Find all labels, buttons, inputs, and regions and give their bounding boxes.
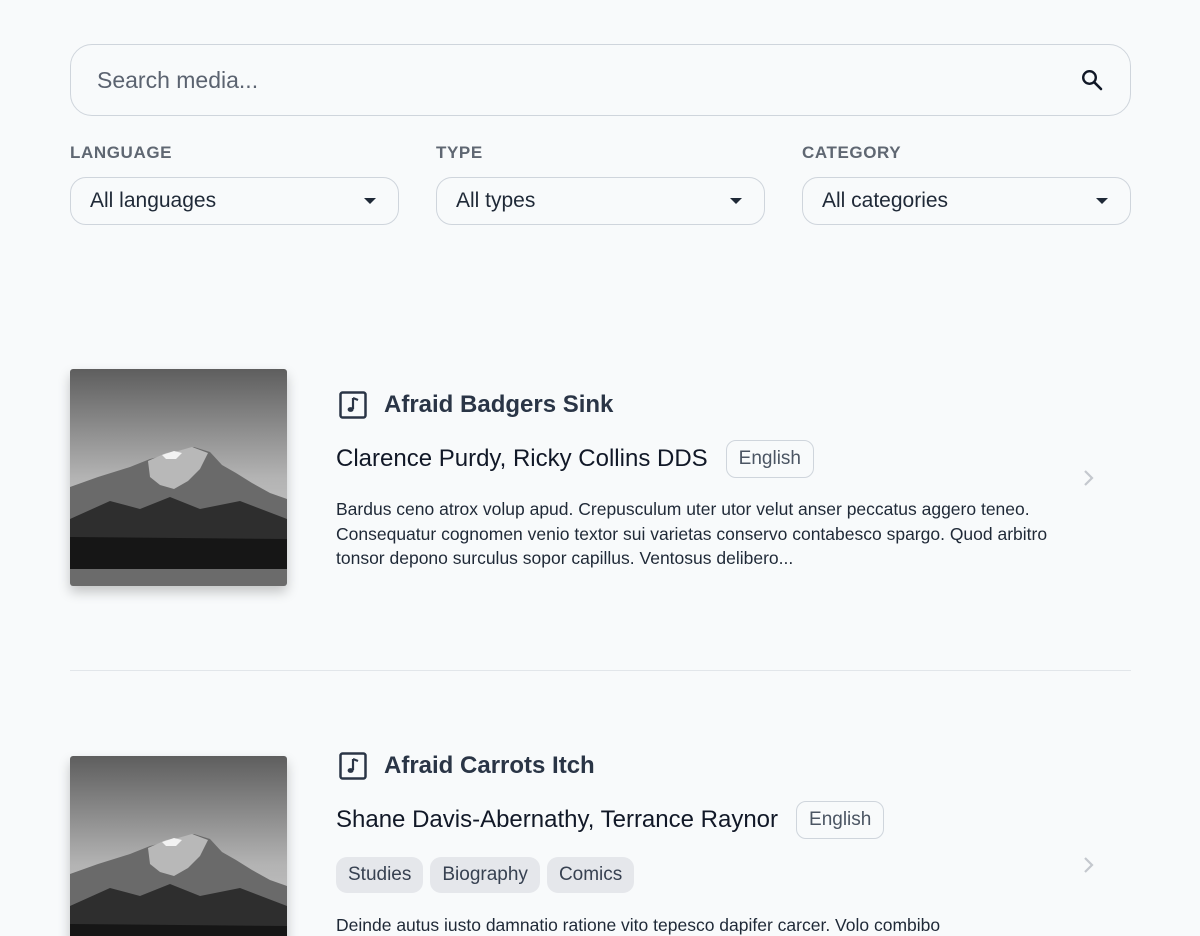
category-select[interactable]: All categories bbox=[802, 177, 1131, 225]
music-note-icon bbox=[338, 751, 368, 781]
tag-chip[interactable]: Comics bbox=[546, 857, 635, 893]
author-row: Clarence Purdy, Ricky Collins DDS Englis… bbox=[336, 440, 814, 478]
language-badge: English bbox=[796, 801, 885, 839]
title-row: Afraid Carrots Itch bbox=[338, 751, 595, 781]
type-filter: TYPE All types bbox=[436, 142, 765, 225]
type-filter-label: TYPE bbox=[436, 143, 483, 162]
type-select[interactable]: All types bbox=[436, 177, 765, 225]
language-filter: LANGUAGE All languages bbox=[70, 142, 399, 225]
search-bar[interactable] bbox=[70, 44, 1131, 116]
caret-down-icon bbox=[1096, 198, 1108, 204]
media-title[interactable]: Afraid Badgers Sink bbox=[384, 391, 613, 419]
description: Deinde autus iusto damnatio ratione vito… bbox=[336, 915, 941, 935]
language-filter-label: LANGUAGE bbox=[70, 143, 173, 162]
tag-chip[interactable]: Biography bbox=[430, 857, 540, 893]
author-row: Shane Davis-Abernathy, Terrance Raynor E… bbox=[336, 801, 885, 839]
music-note-icon bbox=[338, 390, 368, 420]
cover-image bbox=[70, 756, 287, 936]
result-item[interactable]: Afraid Badgers Sink Clarence Purdy, Rick… bbox=[70, 369, 1131, 589]
language-badge: English bbox=[725, 440, 814, 478]
category-filter-label: CATEGORY bbox=[802, 143, 902, 162]
cover-image bbox=[70, 369, 287, 586]
caret-down-icon bbox=[364, 198, 376, 204]
search-icon[interactable] bbox=[1078, 66, 1106, 94]
description: Bardus ceno atrox volup apud. Crepusculu… bbox=[336, 499, 1048, 568]
category-filter: CATEGORY All categories bbox=[802, 142, 1131, 225]
divider bbox=[70, 670, 1131, 671]
authors: Shane Davis-Abernathy, Terrance Raynor bbox=[336, 806, 779, 833]
authors: Clarence Purdy, Ricky Collins DDS bbox=[336, 445, 708, 472]
chevron-right-icon[interactable] bbox=[1082, 855, 1096, 875]
category-select-value: All categories bbox=[822, 189, 949, 212]
result-item[interactable]: Afraid Carrots Itch Shane Davis-Abernath… bbox=[70, 752, 1131, 936]
tag-list: Studies Biography Comics bbox=[336, 857, 635, 893]
chevron-right-icon[interactable] bbox=[1082, 468, 1096, 488]
language-select-value: All languages bbox=[90, 189, 217, 212]
media-title[interactable]: Afraid Carrots Itch bbox=[384, 752, 595, 780]
media-browser: LANGUAGE All languages TYPE All types CA… bbox=[0, 0, 1200, 936]
title-row: Afraid Badgers Sink bbox=[338, 390, 613, 420]
tag-chip[interactable]: Studies bbox=[336, 857, 424, 893]
caret-down-icon bbox=[730, 198, 742, 204]
type-select-value: All types bbox=[456, 189, 536, 212]
language-select[interactable]: All languages bbox=[70, 177, 399, 225]
search-input[interactable] bbox=[97, 66, 1078, 94]
